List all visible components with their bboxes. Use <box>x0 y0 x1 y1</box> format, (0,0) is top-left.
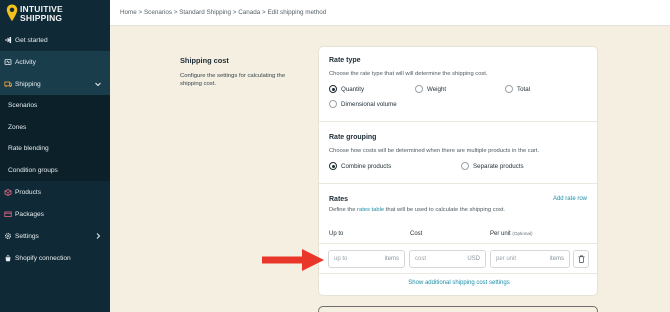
sidebar-item-label: Condition groups <box>8 166 58 174</box>
optional-note: (Optional) <box>512 231 533 236</box>
sidebar-item-label: Packages <box>15 210 44 218</box>
show-additional-settings-link[interactable]: Show additional shipping cost settings <box>319 280 599 286</box>
rate-grouping-description: Choose how costs will be determined when… <box>329 148 540 154</box>
radio-button[interactable] <box>329 162 337 170</box>
rates-table-link[interactable]: rates table <box>357 207 384 213</box>
rate-grouping-title: Rate grouping <box>329 134 377 141</box>
sidebar-item-packages[interactable]: Packages <box>0 203 110 225</box>
section-title: Shipping cost <box>180 56 229 65</box>
sidebar-item-label: Rate blending <box>8 145 49 153</box>
sidebar-item-label: Get started <box>15 36 48 44</box>
breadcrumb-current: Edit shipping method <box>267 9 327 16</box>
chevron-right-icon <box>96 233 101 239</box>
column-header-per-unit: Per unit (Optional) <box>490 231 533 237</box>
sidebar-item-settings[interactable]: Settings <box>0 225 110 247</box>
radio-label: Separate products <box>473 162 524 170</box>
next-card-edge <box>318 306 598 312</box>
sidebar-subitem-condition-groups[interactable]: Condition groups <box>0 159 110 181</box>
radio-total[interactable]: Total <box>505 85 530 93</box>
sidebar-item-label: Settings <box>15 232 39 240</box>
up-to-placeholder: up to <box>334 256 348 262</box>
breadcrumb-home[interactable]: Home <box>120 9 137 16</box>
products-icon <box>4 188 12 196</box>
divider <box>319 121 599 122</box>
delete-row-button[interactable] <box>573 250 589 268</box>
radio-label: Combine products <box>341 162 392 170</box>
radio-button[interactable] <box>461 162 469 170</box>
gear-icon <box>4 232 12 240</box>
sidebar-item-shipping[interactable]: Shipping <box>0 73 110 95</box>
shipping-box-icon <box>4 80 12 88</box>
shopify-connection-icon <box>4 254 12 262</box>
chevron-down-icon <box>95 82 101 87</box>
sidebar-item-shopify-connection[interactable]: Shopify connection <box>0 247 110 269</box>
add-rate-row-link[interactable]: Add rate row <box>553 196 587 202</box>
radio-label: Weight <box>427 85 447 93</box>
section-description: Configure the settings for calculating t… <box>180 73 286 87</box>
sidebar-item-label: Shipping <box>15 80 41 88</box>
rates-description-prefix: Define the <box>329 207 358 213</box>
trash-icon <box>578 255 584 263</box>
radio-label: Dimensional volume <box>341 100 397 108</box>
breadcrumb: Home > Scenarios > Standard Shipping > C… <box>120 9 326 16</box>
rate-type-title: Rate type <box>329 57 361 64</box>
per-unit-input[interactable]: per unit items <box>490 250 570 268</box>
sidebar-item-label: Shopify connection <box>15 254 71 262</box>
radio-dimensional-volume[interactable]: Dimensional volume <box>329 100 397 108</box>
breadcrumb-canada[interactable]: Canada <box>238 9 260 16</box>
column-header-per-unit-label: Per unit <box>490 231 511 237</box>
radio-button[interactable] <box>415 85 423 93</box>
sidebar-item-get-started[interactable]: Get started <box>0 29 110 51</box>
per-unit-placeholder: per unit <box>496 256 517 262</box>
sidebar-subitem-zones[interactable]: Zones <box>0 116 110 138</box>
cost-unit: USD <box>467 256 480 262</box>
radio-button[interactable] <box>329 85 337 93</box>
app-logo[interactable]: INTUITIVE SHIPPING <box>6 4 106 24</box>
radio-button[interactable] <box>329 100 337 108</box>
divider <box>319 273 599 274</box>
red-arrow-icon <box>262 249 324 271</box>
divider <box>319 243 599 244</box>
breadcrumb-scenarios[interactable]: Scenarios <box>144 9 172 16</box>
sidebar-subitem-rate-blending[interactable]: Rate blending <box>0 138 110 160</box>
radio-separate-products[interactable]: Separate products <box>461 162 524 170</box>
radio-combine-products[interactable]: Combine products <box>329 162 391 170</box>
location-pin-icon <box>6 4 18 22</box>
sidebar-subitem-scenarios[interactable]: Scenarios <box>0 95 110 117</box>
shipping-cost-card: Rate type Choose the rate type that will… <box>318 46 599 296</box>
rates-title: Rates <box>329 196 349 203</box>
getting-started-icon <box>4 36 12 44</box>
sidebar-nav: Get started Activity Shipping Scenarios … <box>0 29 110 269</box>
rates-description: Define the rates table that will be used… <box>329 207 505 213</box>
divider <box>319 183 599 184</box>
cost-input[interactable]: cost USD <box>409 250 486 268</box>
radio-weight[interactable]: Weight <box>415 85 446 93</box>
packages-icon <box>4 210 12 218</box>
sidebar-item-label: Products <box>15 188 42 196</box>
activity-icon <box>4 58 12 66</box>
radio-quantity[interactable]: Quantity <box>329 85 364 93</box>
sidebar-item-label: Activity <box>15 58 36 66</box>
logo-line-2: SHIPPING <box>20 13 63 23</box>
sidebar-item-label: Zones <box>8 123 27 131</box>
radio-label: Quantity <box>341 85 365 93</box>
up-to-unit: items <box>384 256 399 262</box>
rates-description-suffix: that will be used to calculate the shipp… <box>384 207 505 213</box>
up-to-input[interactable]: up to items <box>328 250 405 268</box>
rate-type-description: Choose the rate type that will will dete… <box>329 71 488 77</box>
breadcrumb-standard-shipping[interactable]: Standard Shipping <box>179 9 231 16</box>
column-header-cost: Cost <box>410 231 423 237</box>
sidebar-item-label: Scenarios <box>8 102 38 110</box>
logo-text: INTUITIVE SHIPPING <box>20 5 63 23</box>
cost-placeholder: cost <box>415 256 427 262</box>
per-unit-unit: items <box>549 256 564 262</box>
radio-label: Total <box>517 85 531 93</box>
sidebar: INTUITIVE SHIPPING Get started Activity … <box>0 0 110 312</box>
top-bar: Home > Scenarios > Standard Shipping > C… <box>110 0 670 26</box>
sidebar-item-products[interactable]: Products <box>0 181 110 203</box>
radio-button[interactable] <box>505 85 513 93</box>
sidebar-item-activity[interactable]: Activity <box>0 51 110 73</box>
column-header-up-to: Up to <box>329 231 344 237</box>
